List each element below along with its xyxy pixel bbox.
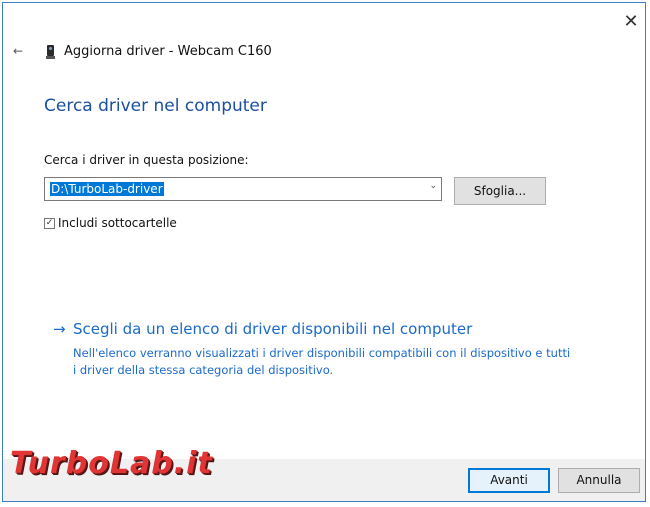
browse-button[interactable]: Sfoglia... bbox=[454, 177, 546, 205]
driver-path-value[interactable]: D:\TurboLab-driver bbox=[50, 182, 164, 196]
choose-from-list-link[interactable]: Scegli da un elenco di driver disponibil… bbox=[73, 320, 472, 338]
dialog-footer: Avanti Annulla bbox=[3, 459, 645, 501]
page-heading: Cerca driver nel computer bbox=[44, 96, 267, 116]
arrow-right-icon[interactable]: → bbox=[53, 320, 66, 338]
next-button[interactable]: Avanti bbox=[468, 468, 550, 493]
close-button[interactable]: ✕ bbox=[620, 11, 642, 33]
cancel-button[interactable]: Annulla bbox=[558, 468, 640, 493]
include-subfolders-checkbox[interactable]: ✓ bbox=[44, 218, 55, 229]
choose-from-list-description: Nell'elenco verranno visualizzati i driv… bbox=[73, 346, 571, 377]
close-icon: ✕ bbox=[623, 11, 639, 32]
checkmark-icon: ✓ bbox=[45, 218, 54, 228]
include-subfolders-label[interactable]: Includi sottocartelle bbox=[58, 216, 177, 230]
dialog-title: Aggiorna driver - Webcam C160 bbox=[64, 44, 272, 59]
webcam-device-icon bbox=[46, 45, 55, 59]
back-arrow-icon: ← bbox=[12, 44, 24, 58]
back-button[interactable]: ← bbox=[10, 43, 26, 59]
driver-path-combobox[interactable]: D:\TurboLab-driver ⌄ bbox=[44, 177, 442, 201]
chevron-down-icon[interactable]: ⌄ bbox=[429, 181, 437, 191]
search-location-label: Cerca i driver in questa posizione: bbox=[44, 153, 249, 167]
update-driver-window: ✕ ← Aggiorna driver - Webcam C160 Cerca … bbox=[2, 2, 646, 502]
